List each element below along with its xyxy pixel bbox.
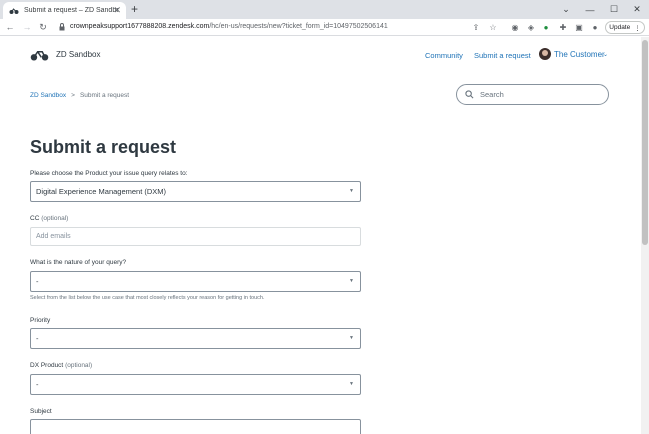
brand-name[interactable]: ZD Sandbox: [56, 50, 100, 59]
share-icon[interactable]: ⇪: [471, 22, 481, 32]
new-tab-button[interactable]: +: [131, 3, 138, 15]
priority-label: Priority: [30, 317, 51, 324]
profile-icon[interactable]: ●: [590, 22, 600, 32]
breadcrumb-current: Submit a request: [79, 92, 130, 99]
cc-label: CC (optional): [30, 215, 68, 222]
breadcrumb: ZD Sandbox > Submit a request: [30, 92, 129, 99]
priority-select-value: -: [36, 334, 39, 343]
dx-product-label-text: DX Product: [30, 362, 64, 369]
search-input[interactable]: Search: [456, 84, 609, 105]
address-bar[interactable]: crownpeaksupport1677888208.zendesk.com/h…: [70, 23, 388, 30]
tab-close-icon[interactable]: ✕: [113, 5, 121, 16]
dx-product-select-value: -: [36, 380, 39, 389]
page-title: Submit a request: [30, 137, 177, 157]
back-icon[interactable]: ←: [3, 20, 17, 34]
browser-tabstrip: Submit a request – ZD Sandbox ✕ + ⌄ — ☐ …: [0, 0, 649, 19]
nature-hint: Select from the list below the use case …: [30, 295, 265, 301]
more-menu-icon: ⋮: [634, 24, 641, 32]
browser-toolbar: ← → ↻ crownpeaksupport1677888208.zendesk…: [0, 19, 649, 36]
tab-search-icon[interactable]: ⌄: [554, 0, 578, 19]
nature-select-value: -: [36, 277, 39, 286]
bicycle-favicon-icon: [9, 7, 19, 14]
scrollbar-thumb[interactable]: [642, 40, 648, 245]
subject-label: Subject: [30, 408, 52, 415]
maximize-button[interactable]: ☐: [602, 0, 626, 19]
chevron-down-icon: ▼: [349, 381, 354, 387]
chevron-down-icon[interactable]: ⌄: [603, 51, 608, 58]
priority-select[interactable]: - ▼: [30, 328, 361, 349]
nature-select[interactable]: - ▼: [30, 271, 361, 292]
minimize-button[interactable]: —: [578, 0, 602, 19]
bicycle-logo-icon[interactable]: [30, 49, 49, 61]
page-viewport: ZD Sandbox Community Submit a request Th…: [0, 37, 641, 434]
search-icon: [465, 90, 474, 99]
reload-icon[interactable]: ↻: [36, 20, 50, 34]
nature-label: What is the nature of your query?: [30, 259, 127, 266]
cc-placeholder: Add emails: [36, 233, 71, 240]
product-label: Please choose the Product your issue que…: [30, 170, 188, 177]
product-select[interactable]: Digital Experience Management (DXM) ▼: [30, 181, 361, 202]
dx-product-label: DX Product (optional): [30, 362, 92, 369]
cc-optional-text: (optional): [41, 215, 69, 222]
extension-green-icon[interactable]: ●: [541, 22, 551, 32]
update-label: Update: [609, 24, 631, 31]
avatar[interactable]: [539, 48, 551, 60]
breadcrumb-home-link[interactable]: ZD Sandbox: [30, 92, 66, 99]
chevron-down-icon: ▼: [349, 278, 354, 284]
chevron-down-icon: ▼: [349, 335, 354, 341]
extension-grey-icon[interactable]: ◉: [510, 22, 520, 32]
page-scrollbar[interactable]: [641, 37, 649, 434]
side-panel-icon[interactable]: ▣: [574, 22, 584, 32]
cc-email-field[interactable]: Add emails: [30, 227, 361, 246]
search-placeholder: Search: [480, 90, 504, 99]
extension-blue-icon[interactable]: ◈: [526, 22, 536, 32]
url-path: /hc/en-us/requests/new?ticket_form_id=10…: [209, 23, 388, 30]
bookmark-star-icon[interactable]: ☆: [488, 22, 498, 32]
update-button[interactable]: Update ⋮: [605, 21, 645, 34]
user-menu-name[interactable]: The Customer: [554, 50, 605, 59]
cc-label-text: CC: [30, 215, 40, 222]
forward-icon[interactable]: →: [20, 20, 34, 34]
dx-product-select[interactable]: - ▼: [30, 374, 361, 395]
subject-input[interactable]: [30, 419, 361, 434]
nav-community-link[interactable]: Community: [425, 51, 463, 60]
browser-tab[interactable]: Submit a request – ZD Sandbox ✕: [3, 2, 126, 19]
url-host: crownpeaksupport1677888208.zendesk.com: [70, 23, 210, 30]
dx-product-optional-text: (optional): [65, 362, 93, 369]
lock-icon: [59, 23, 65, 31]
nav-submit-request-link[interactable]: Submit a request: [474, 51, 531, 60]
extensions-puzzle-icon[interactable]: ✚: [558, 22, 568, 32]
product-select-value: Digital Experience Management (DXM): [36, 187, 167, 196]
tab-title: Submit a request – ZD Sandbox: [24, 7, 118, 14]
chevron-down-icon: ▼: [349, 188, 354, 194]
breadcrumb-separator: >: [71, 92, 75, 99]
close-window-button[interactable]: ✕: [625, 0, 649, 19]
